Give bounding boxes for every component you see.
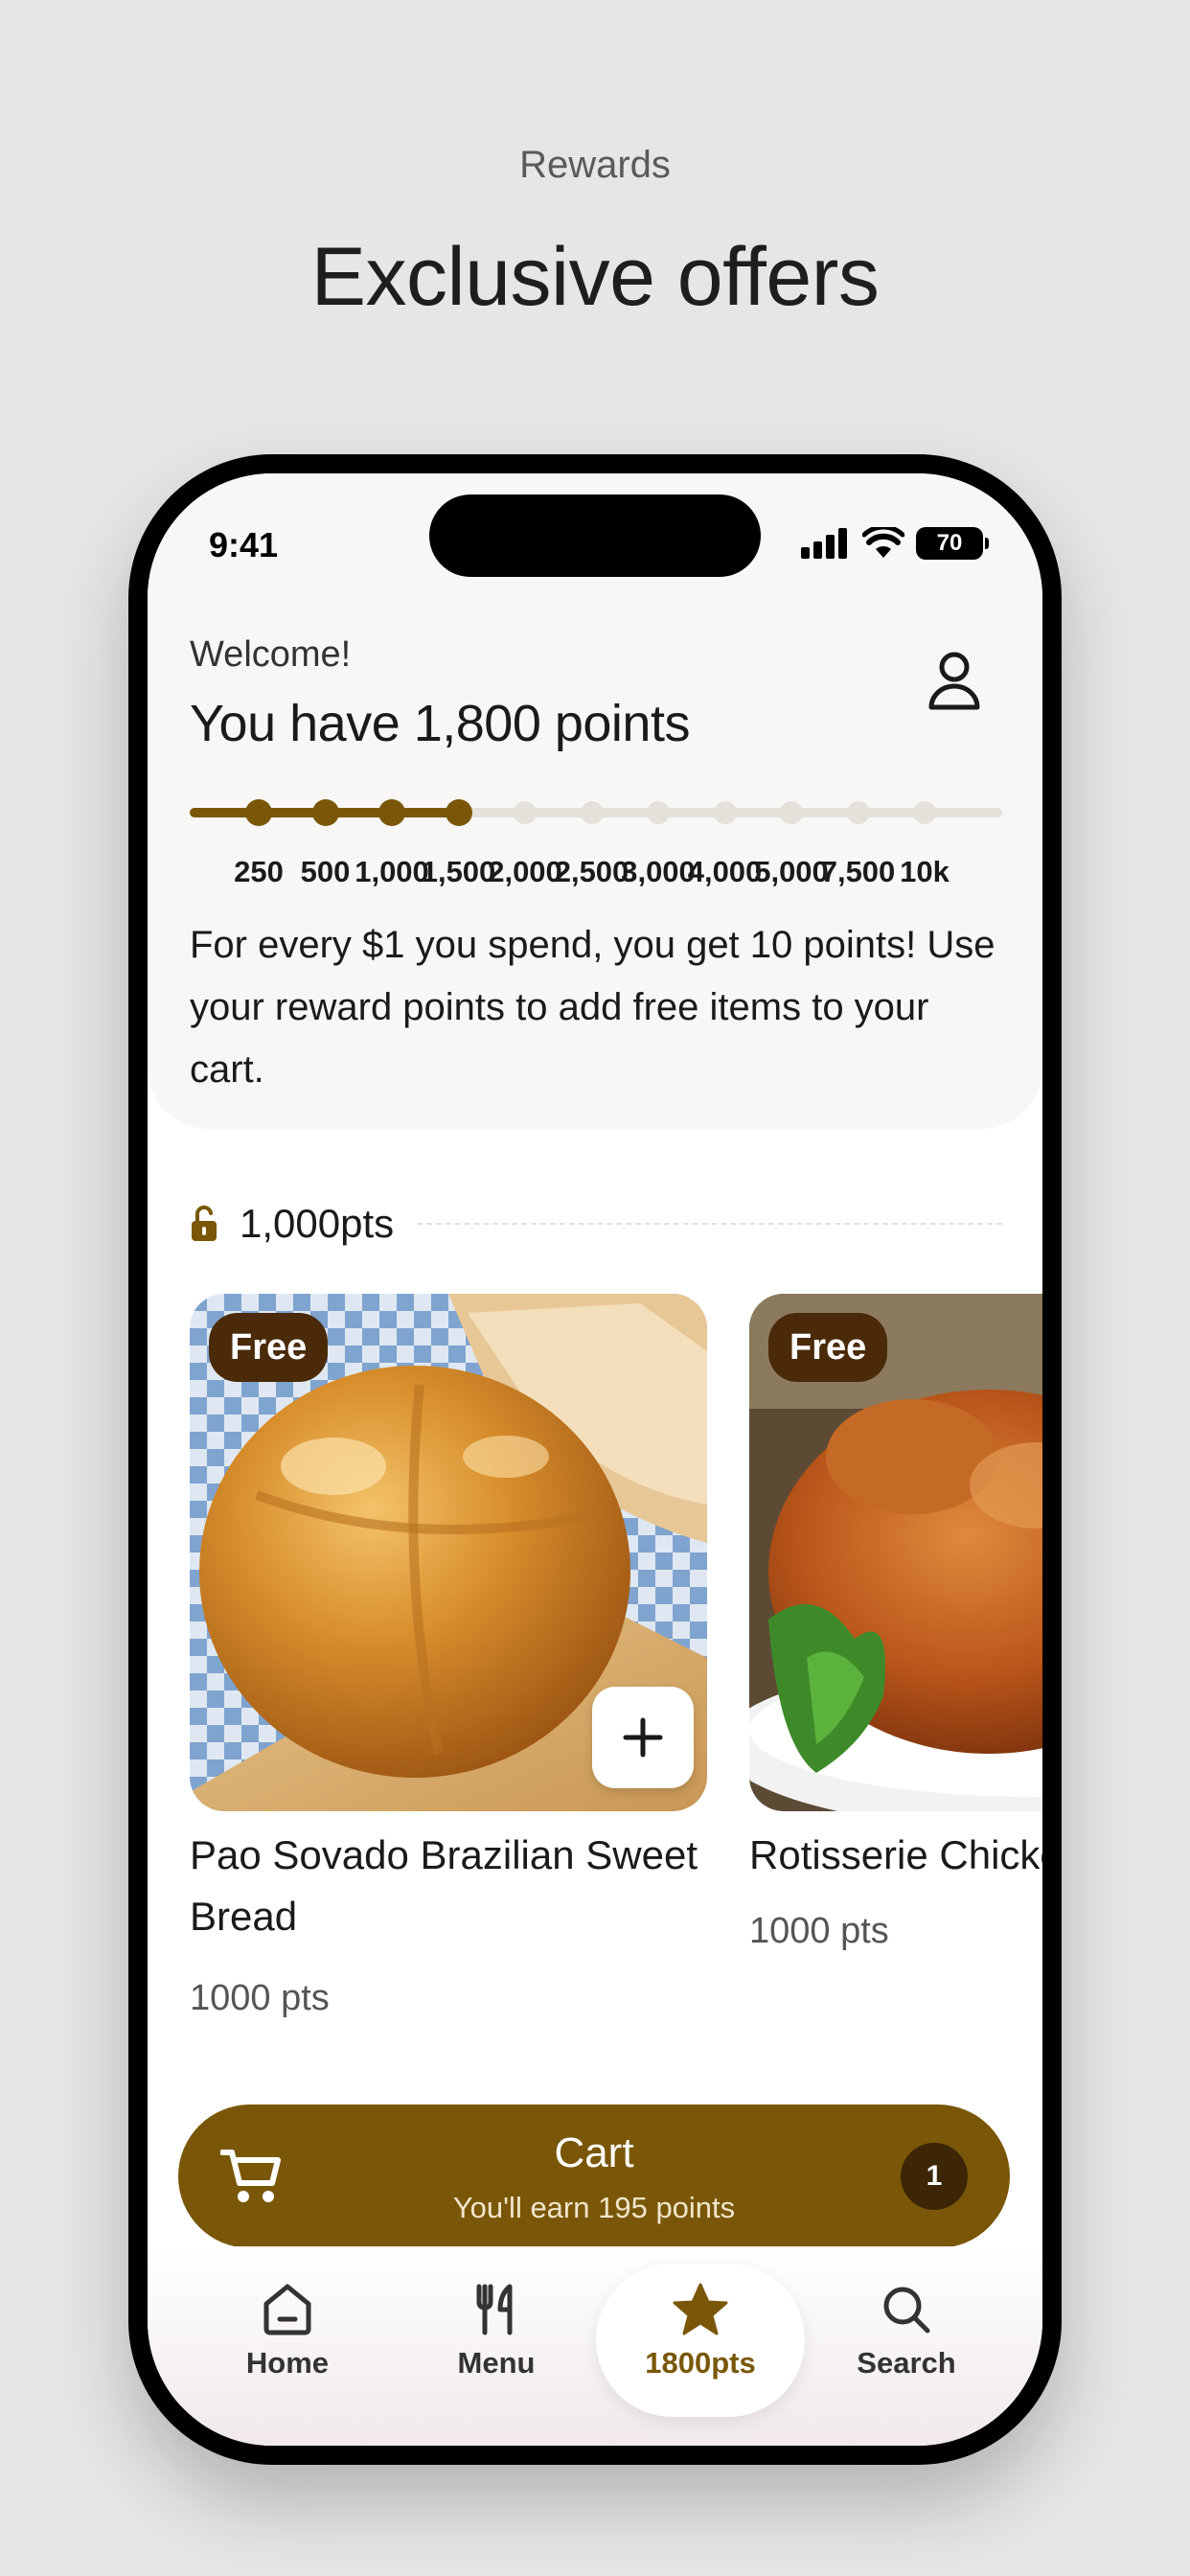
tier-dot [580, 801, 604, 824]
nav-points[interactable]: 1800pts [605, 2283, 796, 2380]
cart-earn-text: You'll earn 195 points [452, 2191, 736, 2224]
product-name[interactable]: Pao Sovado Brazilian Sweet Bread [190, 1825, 726, 1947]
nav-menu-label: Menu [457, 2346, 536, 2380]
utensils-icon [476, 2284, 513, 2335]
tier-label: 1,000pts [240, 1201, 395, 1246]
plus-icon [623, 1717, 663, 1758]
tier-label: 10k [900, 855, 950, 888]
nav-home-label: Home [245, 2346, 330, 2380]
phone-frame: 9:41 70 Welcome! You have 1,800 points 2… [128, 454, 1062, 2465]
cart-count-badge: 1 [901, 2143, 968, 2210]
nav-search-label: Search [857, 2346, 956, 2380]
nav-home[interactable]: Home [192, 2283, 383, 2380]
cart-title: Cart [554, 2129, 634, 2176]
free-badge: Free [209, 1313, 329, 1382]
welcome-text: Welcome! [190, 634, 352, 675]
tier-label: 1,500 [421, 855, 496, 888]
rewards-info-text: For every $1 you spend, you get 10 point… [190, 924, 995, 1091]
tier-label: 1,000 [355, 855, 429, 888]
tier-label: 250 [234, 855, 284, 888]
product-name[interactable]: Rotisserie Chicken [749, 1825, 1042, 1886]
tier-label: 5,000 [754, 855, 829, 888]
tier-section-header: 1,000pts [190, 1200, 1002, 1248]
star-icon [673, 2283, 728, 2335]
tier-dot [245, 799, 272, 826]
tier-dot [647, 801, 670, 824]
rewards-header-panel: 9:41 70 Welcome! You have 1,800 points 2… [148, 473, 1042, 1129]
search-icon [883, 2287, 930, 2334]
tier-label: 4,000 [687, 855, 763, 888]
tier-dot [311, 799, 339, 826]
points-heading: You have 1,800 points [190, 695, 690, 752]
tier-dot [913, 801, 936, 824]
tier-label: 7,500 [820, 855, 896, 888]
nav-points-label: 1800pts [645, 2346, 756, 2380]
tier-label: 3,000 [621, 855, 696, 888]
page-subtitle: Rewards [519, 144, 671, 186]
wifi-icon [862, 527, 904, 558]
add-to-cart-button[interactable] [592, 1687, 694, 1788]
tier-dot [713, 801, 737, 824]
tier-dot [514, 801, 537, 824]
home-icon [263, 2284, 311, 2335]
tier-label: 2,500 [554, 855, 629, 888]
nav-search[interactable]: Search [811, 2283, 1002, 2380]
product-points: 1000 pts [190, 1978, 330, 2018]
bottom-navigation: Home Menu 1800pts Search [148, 2246, 1042, 2446]
product-points: 1000 pts [749, 1911, 889, 1951]
unlock-icon [192, 1205, 217, 1241]
phone-screen: 9:41 70 Welcome! You have 1,800 points 2… [148, 473, 1042, 2446]
signal-icon [801, 528, 847, 559]
tier-dot [846, 801, 870, 824]
battery-indicator: 70 [916, 527, 989, 560]
profile-icon[interactable] [926, 650, 983, 711]
product-image-chicken[interactable]: Free [749, 1294, 1042, 1811]
nav-menu[interactable]: Menu [400, 2283, 592, 2380]
tier-label: 500 [300, 855, 351, 888]
cart-button[interactable]: Cart You'll earn 195 points 1 [178, 2104, 1010, 2248]
tier-dot [445, 799, 472, 826]
tier-label: 2,000 [488, 855, 562, 888]
status-time: 9:41 [209, 525, 279, 564]
status-icons: 70 [801, 527, 989, 560]
page-title: Exclusive offers [310, 231, 880, 323]
product-image-bread[interactable]: Free [190, 1294, 707, 1811]
free-badge: Free [768, 1313, 888, 1382]
tier-divider [417, 1223, 1002, 1225]
dynamic-island [429, 494, 761, 577]
tier-dot [780, 801, 803, 824]
tier-dot [378, 799, 405, 826]
